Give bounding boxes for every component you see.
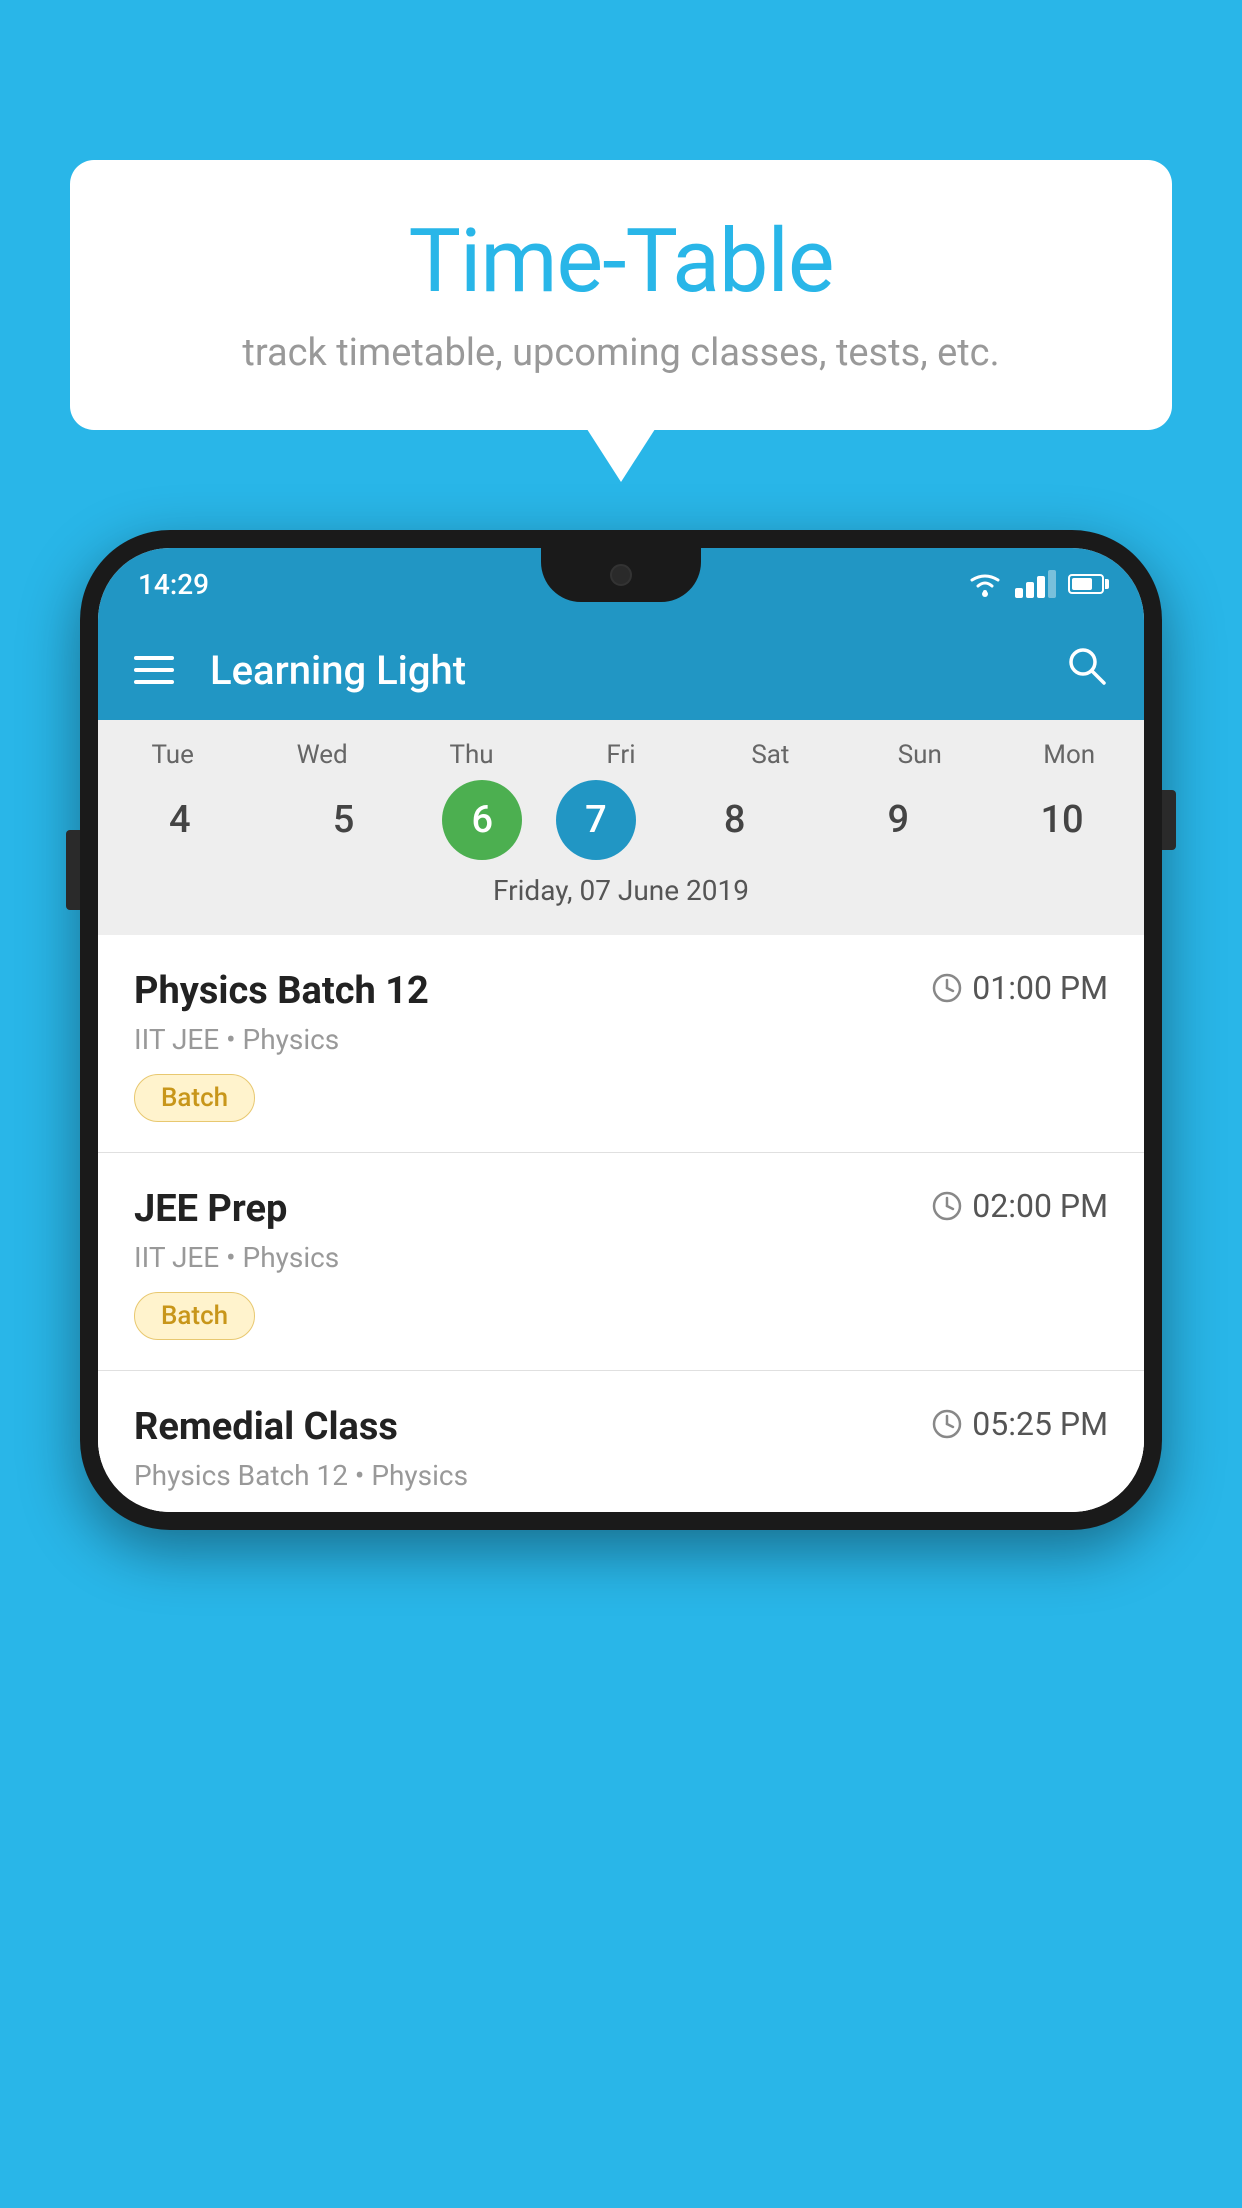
day-8[interactable]: 8 bbox=[670, 780, 800, 860]
schedule-list: Physics Batch 12 01:00 PM IIT JEE • Phys… bbox=[98, 935, 1144, 1512]
speech-bubble: Time-Table track timetable, upcoming cla… bbox=[70, 160, 1172, 430]
schedule-item-3-partial[interactable]: Remedial Class 05:25 PM Physics Batch 12… bbox=[98, 1371, 1144, 1512]
day-header-mon: Mon bbox=[1004, 740, 1134, 770]
schedule-item-1-title: Physics Batch 12 bbox=[134, 969, 429, 1013]
app-toolbar: Learning Light bbox=[98, 620, 1144, 720]
phone-screen: 14:29 bbox=[98, 548, 1144, 1512]
day-10[interactable]: 10 bbox=[997, 780, 1127, 860]
schedule-item-1-subtitle: IIT JEE • Physics bbox=[134, 1023, 1108, 1056]
day-4[interactable]: 4 bbox=[115, 780, 245, 860]
phone-frame: 14:29 bbox=[80, 530, 1162, 1530]
schedule-item-1-header: Physics Batch 12 01:00 PM bbox=[134, 969, 1108, 1013]
schedule-item-3-time: 05:25 PM bbox=[932, 1405, 1108, 1443]
battery-icon bbox=[1068, 574, 1104, 594]
app-title: Learning Light bbox=[210, 647, 1064, 694]
schedule-item-2-subtitle: IIT JEE • Physics bbox=[134, 1241, 1108, 1274]
phone-container: 14:29 bbox=[80, 530, 1162, 1530]
menu-line-3 bbox=[134, 680, 174, 684]
schedule-item-2-time: 02:00 PM bbox=[932, 1187, 1108, 1225]
day-7-selected[interactable]: 7 bbox=[556, 780, 636, 860]
notch bbox=[541, 548, 701, 602]
day-9[interactable]: 9 bbox=[833, 780, 963, 860]
calendar-week: Tue Wed Thu Fri Sat Sun Mon 4 5 6 7 8 9 … bbox=[98, 720, 1144, 935]
day-header-sun: Sun bbox=[855, 740, 985, 770]
day-header-wed: Wed bbox=[257, 740, 387, 770]
schedule-item-3-header: Remedial Class 05:25 PM bbox=[134, 1405, 1108, 1449]
schedule-item-2[interactable]: JEE Prep 02:00 PM IIT JEE • Physics Batc… bbox=[98, 1153, 1144, 1371]
status-icons bbox=[967, 570, 1104, 598]
signal-icon bbox=[1015, 570, 1056, 598]
batch-badge-1: Batch bbox=[134, 1074, 255, 1122]
camera bbox=[610, 564, 632, 586]
day-header-thu: Thu bbox=[407, 740, 537, 770]
schedule-item-3-subtitle: Physics Batch 12 • Physics bbox=[134, 1459, 1108, 1512]
schedule-item-2-header: JEE Prep 02:00 PM bbox=[134, 1187, 1108, 1231]
selected-date-label: Friday, 07 June 2019 bbox=[98, 874, 1144, 925]
speech-bubble-title: Time-Table bbox=[130, 210, 1112, 313]
day-5[interactable]: 5 bbox=[279, 780, 409, 860]
day-numbers: 4 5 6 7 8 9 10 bbox=[98, 780, 1144, 860]
search-button[interactable] bbox=[1064, 643, 1108, 698]
menu-line-1 bbox=[134, 656, 174, 660]
schedule-item-3-title: Remedial Class bbox=[134, 1405, 398, 1449]
wifi-icon bbox=[967, 570, 1003, 598]
day-header-tue: Tue bbox=[108, 740, 238, 770]
speech-bubble-container: Time-Table track timetable, upcoming cla… bbox=[70, 160, 1172, 430]
speech-bubble-subtitle: track timetable, upcoming classes, tests… bbox=[130, 331, 1112, 375]
day-6-today[interactable]: 6 bbox=[442, 780, 522, 860]
menu-line-2 bbox=[134, 668, 174, 672]
schedule-item-1[interactable]: Physics Batch 12 01:00 PM IIT JEE • Phys… bbox=[98, 935, 1144, 1153]
clock-icon-1 bbox=[932, 973, 962, 1003]
schedule-item-2-title: JEE Prep bbox=[134, 1187, 287, 1231]
status-time: 14:29 bbox=[138, 568, 209, 601]
clock-icon-2 bbox=[932, 1191, 962, 1221]
status-bar: 14:29 bbox=[98, 548, 1144, 620]
day-headers: Tue Wed Thu Fri Sat Sun Mon bbox=[98, 740, 1144, 770]
day-header-fri: Fri bbox=[556, 740, 686, 770]
day-header-sat: Sat bbox=[705, 740, 835, 770]
menu-button[interactable] bbox=[134, 656, 174, 684]
batch-badge-2: Batch bbox=[134, 1292, 255, 1340]
clock-icon-3 bbox=[932, 1409, 962, 1439]
schedule-item-1-time: 01:00 PM bbox=[932, 969, 1108, 1007]
